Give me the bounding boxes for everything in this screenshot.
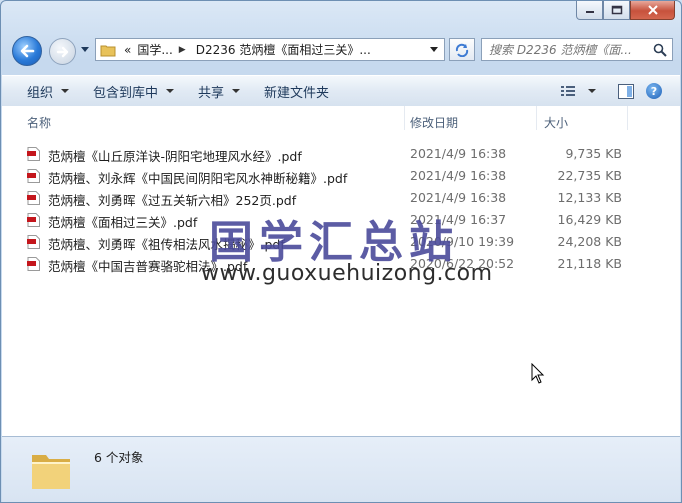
column-divider[interactable] <box>536 106 537 130</box>
watermark: 国学汇总站 www.guoxuehuizong.com <box>201 206 493 296</box>
view-options-button[interactable] <box>560 84 596 98</box>
breadcrumb-separator-icon[interactable]: ▶ <box>179 45 186 55</box>
file-name: 范炳檀、刘永辉《中国民间阴阳宅风水神断秘籍》.pdf <box>48 171 348 186</box>
caption-buttons <box>576 1 675 21</box>
address-dropdown-icon[interactable] <box>430 47 438 52</box>
include-in-library-menu[interactable]: 包含到库中 <box>81 76 186 106</box>
file-size: 24,208 KB <box>557 234 622 249</box>
close-icon <box>647 5 658 15</box>
close-button[interactable] <box>630 1 675 20</box>
file-date: 2021/4/9 16:38 <box>410 190 507 205</box>
column-divider[interactable] <box>404 106 405 130</box>
column-header-name[interactable]: 名称 <box>27 114 51 131</box>
pdf-file-icon <box>27 235 40 249</box>
file-name: 范炳檀《山丘原洋诀-阴阳宅地理风水经》.pdf <box>48 149 302 164</box>
command-bar: 组织 包含到库中 共享 新建文件夹 ? <box>2 75 680 107</box>
file-size: 21,118 KB <box>557 256 622 271</box>
chevron-down-icon <box>61 89 70 93</box>
preview-pane-button[interactable] <box>618 83 634 99</box>
breadcrumb-overflow[interactable]: « <box>124 43 131 57</box>
pdf-file-icon <box>27 169 40 183</box>
column-divider[interactable] <box>627 106 628 130</box>
include-library-label: 包含到库中 <box>93 85 159 101</box>
share-menu[interactable]: 共享 <box>186 76 252 106</box>
file-date: 2021/4/9 16:38 <box>410 146 507 161</box>
refresh-button[interactable] <box>449 38 475 61</box>
minimize-button[interactable] <box>576 1 603 20</box>
column-headers: 名称 修改日期 大小 <box>2 106 680 136</box>
chevron-down-icon <box>232 89 241 93</box>
folder-icon <box>100 45 116 56</box>
view-options-icon <box>561 86 575 96</box>
file-size: 12,133 KB <box>557 190 622 205</box>
help-icon[interactable]: ? <box>646 83 662 99</box>
new-folder-label: 新建文件夹 <box>264 85 330 101</box>
file-row[interactable]: 范炳檀《山丘原洋诀-阴阳宅地理风水经》.pdf 2021/4/9 16:38 9… <box>2 143 680 165</box>
chevron-down-icon <box>166 89 175 93</box>
chevron-down-icon <box>588 89 596 93</box>
item-count: 6 个对象 <box>94 450 144 465</box>
forward-button[interactable] <box>49 38 76 65</box>
back-arrow-icon <box>20 44 35 58</box>
file-name: 范炳檀《面相过三关》.pdf <box>48 215 198 230</box>
breadcrumb-item[interactable]: 国学... <box>137 41 172 58</box>
mouse-pointer-icon <box>531 363 545 384</box>
search-icon[interactable] <box>653 43 667 57</box>
pdf-file-icon <box>27 213 40 227</box>
file-date: 2021/4/9 16:38 <box>410 168 507 183</box>
folder-icon <box>32 455 70 489</box>
maximize-button[interactable] <box>603 1 630 20</box>
preview-pane-icon <box>618 83 634 99</box>
file-size: 16,429 KB <box>557 212 622 227</box>
breadcrumb-current[interactable]: D2236 范炳檀《面相过三关》... <box>196 41 371 58</box>
details-pane: 6 个对象 <box>2 436 680 502</box>
watermark-url: www.guoxuehuizong.com <box>201 261 493 286</box>
file-size: 22,735 KB <box>557 168 622 183</box>
explorer-window: « 国学... ▶ D2236 范炳檀《面相过三关》... 组织 包含到库中 共… <box>0 0 682 503</box>
minimize-icon <box>585 11 594 13</box>
column-header-date[interactable]: 修改日期 <box>410 114 458 131</box>
refresh-icon <box>455 43 469 57</box>
back-button[interactable] <box>12 36 42 66</box>
recent-pages-dropdown-icon[interactable] <box>81 45 89 53</box>
search-box[interactable] <box>481 38 673 61</box>
search-input[interactable] <box>482 41 651 58</box>
organize-menu[interactable]: 组织 <box>2 76 81 106</box>
new-folder-button[interactable]: 新建文件夹 <box>252 76 341 106</box>
file-size: 9,735 KB <box>565 146 622 161</box>
pdf-file-icon <box>27 147 40 161</box>
pdf-file-icon <box>27 257 40 271</box>
navigation-bar: « 国学... ▶ D2236 范炳檀《面相过三关》... <box>9 33 673 69</box>
address-bar[interactable]: « 国学... ▶ D2236 范炳檀《面相过三关》... <box>95 38 445 61</box>
pdf-file-icon <box>27 191 40 205</box>
forward-arrow-icon <box>56 46 68 57</box>
column-header-size[interactable]: 大小 <box>544 114 568 131</box>
file-row[interactable]: 范炳檀、刘永辉《中国民间阴阳宅风水神断秘籍》.pdf 2021/4/9 16:3… <box>2 165 680 187</box>
maximize-icon <box>611 5 622 15</box>
share-label: 共享 <box>198 85 225 101</box>
organize-label: 组织 <box>27 85 54 101</box>
